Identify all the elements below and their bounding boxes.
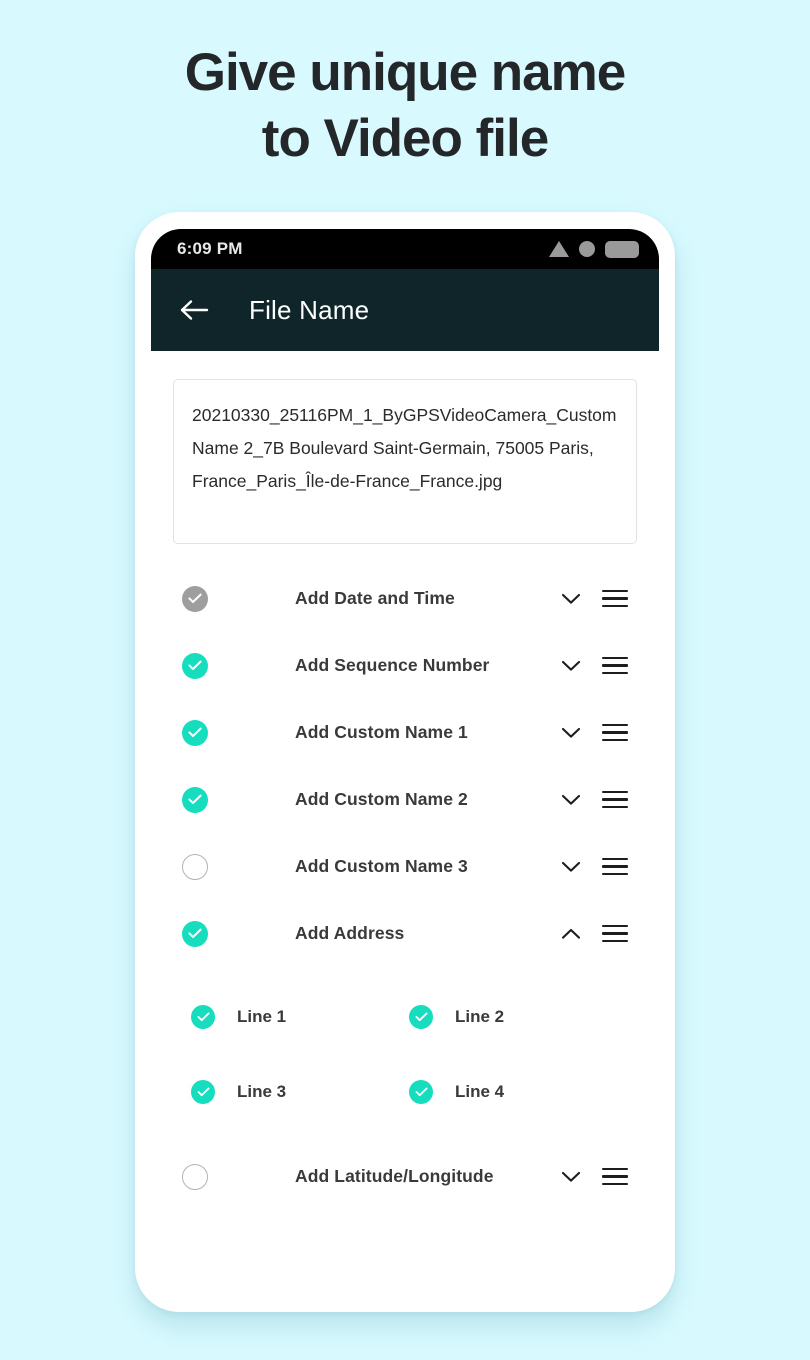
- option-checkbox-wrap: [167, 585, 223, 612]
- checkbox-checked-icon[interactable]: [409, 1079, 433, 1104]
- option-row-add-sequence-number[interactable]: Add Sequence Number: [151, 632, 659, 699]
- option-checkbox-wrap: [167, 652, 223, 679]
- checkbox-checked-icon[interactable]: [409, 1004, 433, 1029]
- address-line-label: Line 4: [455, 1081, 505, 1101]
- back-arrow-icon[interactable]: [177, 293, 211, 327]
- option-label: Add Latitude/Longitude: [295, 1166, 494, 1186]
- chevron-down-icon[interactable]: [549, 861, 593, 873]
- address-line-label: Line 2: [455, 1006, 505, 1026]
- option-row-add-custom-name-3[interactable]: Add Custom Name 3: [151, 833, 659, 900]
- option-label: Add Date and Time: [295, 588, 455, 608]
- option-label: Add Custom Name 1: [295, 722, 468, 742]
- option-row-add-latitude-longitude[interactable]: Add Latitude/Longitude: [151, 1143, 659, 1210]
- options-list: Add Date and Time Add Sequence Number Ad…: [151, 565, 659, 1210]
- drag-handle-icon[interactable]: [593, 857, 637, 876]
- drag-handle-icon[interactable]: [593, 790, 637, 809]
- address-lines-row-1: Line 1 Line 2: [191, 979, 637, 1054]
- checkbox-checked-icon[interactable]: [191, 1004, 215, 1029]
- screen-content: 20210330_25116PM_1_ByGPSVideoCamera_Cust…: [151, 379, 659, 1295]
- chevron-down-icon[interactable]: [549, 727, 593, 739]
- address-line-item-3[interactable]: Line 3: [191, 1079, 409, 1104]
- drag-handle-icon[interactable]: [593, 589, 637, 608]
- chevron-down-icon[interactable]: [549, 593, 593, 605]
- checkbox-checked-icon[interactable]: [182, 719, 208, 746]
- battery-icon: [605, 240, 639, 258]
- signal-icon: [549, 241, 569, 257]
- option-checkbox-wrap: [167, 920, 223, 947]
- status-bar-icons: [549, 240, 639, 258]
- option-checkbox-wrap: [167, 719, 223, 746]
- option-checkbox-wrap: [167, 786, 223, 813]
- checkbox-checked-icon[interactable]: [182, 920, 208, 947]
- checkbox-checked-icon[interactable]: [182, 786, 208, 813]
- status-bar-time: 6:09 PM: [177, 239, 243, 258]
- address-lines-row-2: Line 3 Line 4: [191, 1054, 637, 1129]
- address-line-item-1[interactable]: Line 1: [191, 1004, 409, 1029]
- option-label: Add Address: [295, 923, 405, 943]
- address-line-label: Line 1: [237, 1006, 287, 1026]
- page-title: Give unique name to Video file: [0, 40, 810, 172]
- checkbox-checked-disabled-icon[interactable]: [182, 585, 208, 612]
- app-bar: File Name: [151, 269, 659, 351]
- option-row-add-custom-name-1[interactable]: Add Custom Name 1: [151, 699, 659, 766]
- filename-value: 20210330_25116PM_1_ByGPSVideoCamera_Cust…: [192, 405, 617, 491]
- address-lines-grid: Line 1 Line 2 Line 3 Line 4: [151, 967, 659, 1143]
- checkbox-unchecked-icon[interactable]: [182, 853, 208, 880]
- checkbox-unchecked-icon[interactable]: [182, 1163, 208, 1190]
- address-line-item-2[interactable]: Line 2: [409, 1004, 627, 1029]
- chevron-down-icon[interactable]: [549, 794, 593, 806]
- status-bar: 6:09 PM: [151, 229, 659, 269]
- address-line-item-4[interactable]: Line 4: [409, 1079, 627, 1104]
- phone-screen: 6:09 PM File Name 20210330_25116PM_1_ByG…: [151, 229, 659, 1295]
- page-title-line-2: to Video file: [261, 109, 549, 168]
- filename-input[interactable]: 20210330_25116PM_1_ByGPSVideoCamera_Cust…: [173, 379, 637, 544]
- drag-handle-icon[interactable]: [593, 1167, 637, 1186]
- checkbox-checked-icon[interactable]: [182, 652, 208, 679]
- drag-handle-icon[interactable]: [593, 656, 637, 675]
- chevron-down-icon[interactable]: [549, 1171, 593, 1183]
- wifi-icon: [579, 241, 595, 257]
- address-line-label: Line 3: [237, 1081, 287, 1101]
- chevron-down-icon[interactable]: [549, 660, 593, 672]
- drag-handle-icon[interactable]: [593, 924, 637, 943]
- option-row-add-address[interactable]: Add Address: [151, 900, 659, 967]
- app-bar-title: File Name: [249, 294, 370, 325]
- option-label: Add Custom Name 3: [295, 856, 468, 876]
- option-label: Add Sequence Number: [295, 655, 490, 675]
- option-label: Add Custom Name 2: [295, 789, 468, 809]
- checkbox-checked-icon[interactable]: [191, 1079, 215, 1104]
- option-checkbox-wrap: [167, 853, 223, 880]
- chevron-up-icon[interactable]: [549, 928, 593, 940]
- option-row-add-date-and-time[interactable]: Add Date and Time: [151, 565, 659, 632]
- option-row-add-custom-name-2[interactable]: Add Custom Name 2: [151, 766, 659, 833]
- drag-handle-icon[interactable]: [593, 723, 637, 742]
- page-title-line-1: Give unique name: [184, 43, 627, 102]
- option-checkbox-wrap: [167, 1163, 223, 1190]
- phone-mockup: 6:09 PM File Name 20210330_25116PM_1_ByG…: [135, 212, 675, 1312]
